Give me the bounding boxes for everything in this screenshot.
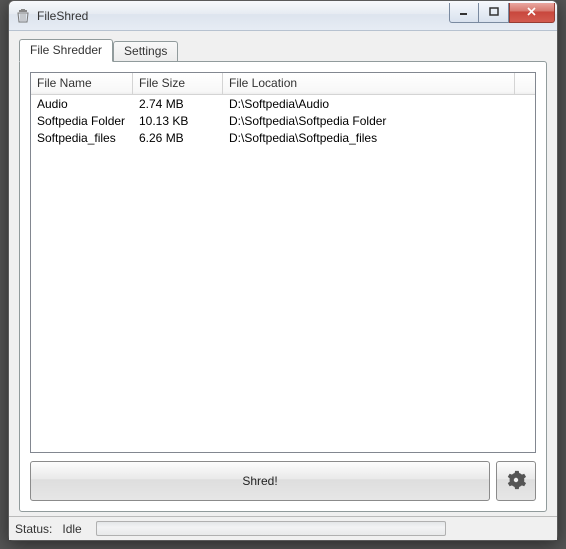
maximize-button[interactable] [479,3,509,23]
column-header-size[interactable]: File Size [133,73,223,94]
column-header-location[interactable]: File Location [223,73,515,94]
progress-bar [96,521,446,536]
cell-location: D:\Softpedia\Audio [223,97,535,111]
status-bar: Status: Idle [9,516,557,540]
cell-name: Softpedia Folder [31,114,133,128]
cell-name: Audio [31,97,133,111]
app-icon [15,8,31,24]
application-window: FileShred File Shredder Settings [8,0,558,541]
close-button[interactable] [509,3,555,23]
tab-label: File Shredder [30,43,102,57]
file-listview[interactable]: File Name File Size File Location Audio … [30,72,536,453]
window-title: FileShred [37,9,449,23]
settings-button[interactable] [496,461,536,501]
list-item[interactable]: Softpedia Folder 10.13 KB D:\Softpedia\S… [31,112,535,129]
cell-location: D:\Softpedia\Softpedia_files [223,131,535,145]
cell-name: Softpedia_files [31,131,133,145]
tab-settings[interactable]: Settings [113,41,178,61]
shred-button[interactable]: Shred! [30,461,490,501]
column-header-name[interactable]: File Name [31,73,133,94]
status-label: Status: [15,522,52,536]
list-item[interactable]: Softpedia_files 6.26 MB D:\Softpedia\Sof… [31,129,535,146]
action-button-row: Shred! [30,461,536,501]
titlebar[interactable]: FileShred [9,1,557,31]
cell-size: 2.74 MB [133,97,223,111]
client-area: File Shredder Settings File Name File Si… [9,31,557,516]
cell-location: D:\Softpedia\Softpedia Folder [223,114,535,128]
gear-icon [505,469,527,494]
listview-body[interactable]: Audio 2.74 MB D:\Softpedia\Audio Softped… [31,95,535,452]
tab-file-shredder[interactable]: File Shredder [19,39,113,62]
tab-panel-file-shredder: File Name File Size File Location Audio … [19,61,547,512]
status-value: Idle [62,522,81,536]
cell-size: 10.13 KB [133,114,223,128]
column-header-spacer [515,73,535,94]
window-controls [449,3,555,23]
minimize-button[interactable] [449,3,479,23]
tab-label: Settings [124,44,167,58]
shred-button-label: Shred! [242,474,277,488]
tab-strip: File Shredder Settings [19,39,547,61]
cell-size: 6.26 MB [133,131,223,145]
list-item[interactable]: Audio 2.74 MB D:\Softpedia\Audio [31,95,535,112]
listview-header: File Name File Size File Location [31,73,535,95]
